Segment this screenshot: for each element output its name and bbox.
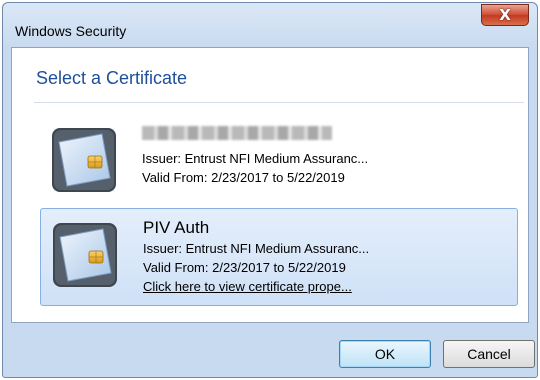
smart-card-icon	[52, 128, 116, 192]
certificate-details: Issuer: Entrust NFI Medium Assuranc... V…	[142, 122, 368, 187]
title-bar[interactable]: Windows Security X	[3, 3, 537, 47]
cancel-button[interactable]: Cancel	[443, 340, 535, 368]
certificate-name: PIV Auth	[143, 218, 210, 237]
certificate-issuer: Issuer: Entrust NFI Medium Assuranc...	[142, 151, 369, 166]
certificate-issuer: Issuer: Entrust NFI Medium Assuranc...	[143, 241, 370, 256]
dialog-heading: Select a Certificate	[36, 68, 188, 88]
certificate-details: PIV Auth Issuer: Entrust NFI Medium Assu…	[143, 217, 369, 297]
certificate-item-2[interactable]: PIV Auth Issuer: Entrust NFI Medium Assu…	[40, 208, 518, 306]
separator	[34, 102, 524, 103]
certificate-validity: Valid From: 2/23/2017 to 5/22/2019	[142, 170, 345, 185]
dialog-content: Select a Certificate Issuer: Entrust NFI…	[11, 47, 529, 323]
close-icon: X	[499, 6, 511, 24]
certificate-item-1[interactable]: Issuer: Entrust NFI Medium Assuranc... V…	[40, 114, 518, 212]
window-title: Windows Security	[15, 23, 127, 39]
ok-button[interactable]: OK	[339, 340, 431, 368]
close-button[interactable]: X	[481, 4, 529, 26]
view-certificate-properties-link[interactable]: Click here to view certificate prope...	[143, 277, 369, 297]
windows-security-dialog: Windows Security X Select a Certificate	[2, 2, 538, 378]
redacted-certificate-name	[142, 126, 332, 140]
certificate-validity: Valid From: 2/23/2017 to 5/22/2019	[143, 260, 346, 275]
smart-card-icon	[53, 223, 117, 287]
